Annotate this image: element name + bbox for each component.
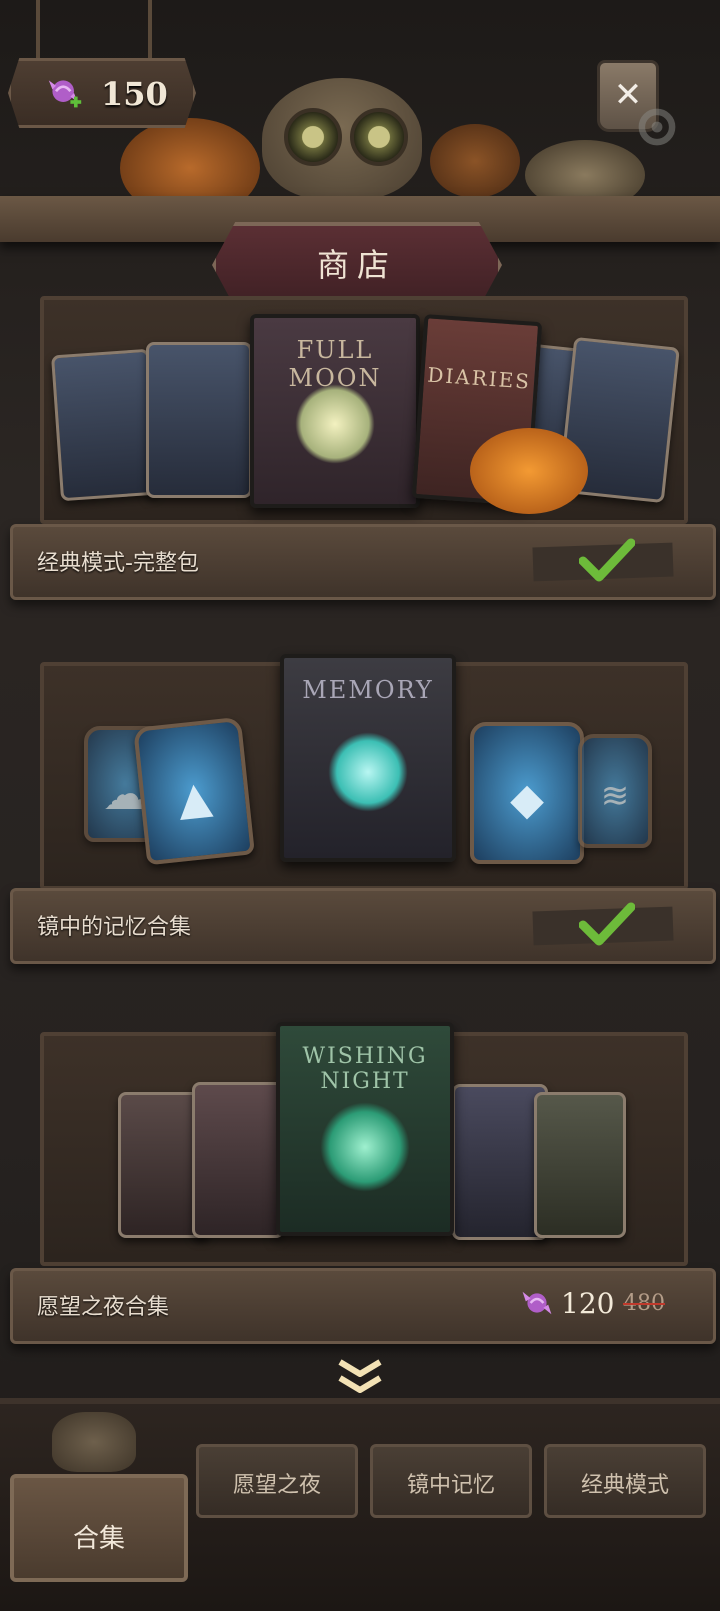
pack-name: 镜中的记忆合集 (37, 915, 192, 940)
pack-name: 愿望之夜合集 (37, 1295, 170, 1320)
tab-label: 经典模式 (580, 1473, 669, 1498)
pumpkin-decoration (430, 124, 520, 198)
pack-shelf-classic[interactable]: FULL MOON DIARIES 经典模式-完整包 (0, 296, 720, 600)
gear-icon (638, 108, 676, 146)
book-wishing-night: WISHING NIGHT (276, 1022, 454, 1236)
rune-card: ▲ (133, 716, 255, 866)
pack-plank: 愿望之夜合集 120 480 (10, 1268, 716, 1344)
pack-plank: 经典模式-完整包 (10, 524, 716, 600)
rope (36, 0, 40, 58)
tab-collections[interactable]: 合集 (10, 1474, 188, 1582)
character-card (51, 348, 159, 502)
check-icon (579, 538, 635, 582)
moon-emblem (295, 384, 375, 464)
rune-card: ≋ (578, 734, 652, 848)
tab-mirror-memory[interactable]: 镜中记忆 (370, 1444, 532, 1518)
price-tag[interactable]: 120 480 (522, 1285, 675, 1325)
page-title: 商店 (316, 246, 397, 284)
claw-icon: ≋ (600, 776, 630, 817)
mirror-emblem (328, 732, 408, 812)
rope (148, 0, 152, 58)
book-memory: MEMORY (280, 654, 456, 862)
jack-o-lantern (470, 428, 588, 514)
scroll-down-icon[interactable] (334, 1356, 386, 1396)
owl-mascot (262, 78, 422, 200)
tab-label: 愿望之夜 (232, 1473, 321, 1498)
sale-price: 120 (561, 1287, 615, 1320)
original-price: 480 (623, 1291, 665, 1316)
wish-emblem (320, 1102, 410, 1192)
rune-card: ◆ (470, 722, 584, 864)
candy-icon (48, 80, 82, 108)
bottom-tab-bar: 合集 愿望之夜 镜中记忆 经典模式 (0, 1398, 720, 1611)
pack-name: 经典模式-完整包 (37, 551, 199, 576)
pack-plank: 镜中的记忆合集 (10, 888, 716, 964)
shop-header: 150 ✕ 商店 (0, 0, 720, 308)
wolf-icon: ◆ (510, 774, 544, 826)
pack-shelf-memory[interactable]: ☁ ▲ ◆ ≋ MEMORY 镜中的记忆合集 (0, 654, 720, 964)
tab-classic-mode[interactable]: 经典模式 (544, 1444, 706, 1518)
tab-label: 镜中记忆 (406, 1473, 495, 1498)
currency-display[interactable]: 150 (8, 58, 196, 128)
book-title: MEMORY (302, 676, 434, 704)
character-card (192, 1082, 284, 1238)
book-full-moon: FULL MOON (250, 314, 420, 508)
pack-shelf-wishing-night[interactable]: WISHING NIGHT 愿望之夜合集 120 480 (0, 1022, 720, 1344)
owl-eye (284, 108, 342, 166)
character-card (534, 1092, 626, 1238)
tab-label: 合集 (72, 1524, 125, 1554)
book-title: WISHING NIGHT (302, 1044, 428, 1094)
character-card (146, 342, 252, 498)
currency-amount: 150 (101, 75, 168, 113)
witch-hat-icon: ▲ (175, 771, 215, 826)
owl-eye (350, 108, 408, 166)
check-icon (579, 902, 635, 946)
book-title: DIARIES (426, 362, 532, 394)
candy-icon (522, 1291, 552, 1315)
tab-wishing-night[interactable]: 愿望之夜 (196, 1444, 358, 1518)
owl-icon (52, 1412, 136, 1472)
